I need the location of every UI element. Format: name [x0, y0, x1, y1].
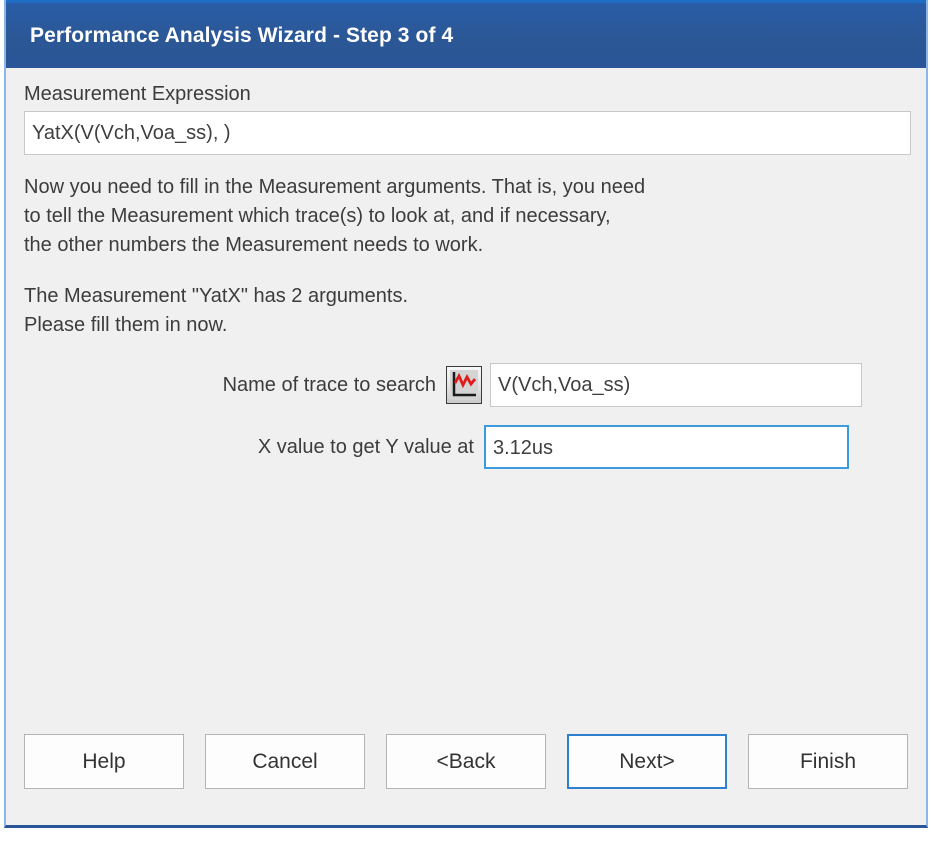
window-title-bar: Performance Analysis Wizard - Step 3 of … [6, 0, 926, 68]
instructions-paragraph-2: The Measurement "YatX" has 2 arguments. … [24, 285, 409, 336]
argument-input-trace[interactable]: V(Vch,Voa_ss) [490, 363, 862, 407]
trace-waveform-icon [450, 370, 478, 400]
wizard-client-area: Measurement Expression YatX(V(Vch,Voa_ss… [6, 68, 926, 825]
trace-picker-button[interactable] [446, 366, 482, 404]
argument-fields-group: Name of trace to search V(Vch,Voa_ss) X … [24, 362, 908, 470]
wizard-button-bar: Help Cancel <Back Next> Finish [24, 734, 908, 789]
argument-input-xvalue[interactable]: 3.12us [484, 425, 849, 469]
argument-label-trace: Name of trace to search [222, 373, 436, 396]
measurement-expression-label: Measurement Expression [24, 83, 251, 105]
desktop-background-strip [0, 835, 932, 841]
help-button[interactable]: Help [24, 734, 184, 789]
next-button[interactable]: Next> [567, 734, 727, 789]
instructions-paragraph-1: Now you need to fill in the Measurement … [24, 176, 646, 256]
window-title: Performance Analysis Wizard - Step 3 of … [30, 23, 454, 47]
measurement-expression-input[interactable]: YatX(V(Vch,Voa_ss), ) [24, 111, 911, 155]
finish-button[interactable]: Finish [748, 734, 908, 789]
argument-label-xvalue: X value to get Y value at [257, 435, 474, 458]
performance-analysis-wizard-window: Performance Analysis Wizard - Step 3 of … [4, 0, 928, 828]
argument-row-trace: Name of trace to search V(Vch,Voa_ss) [24, 362, 908, 408]
back-button[interactable]: <Back [386, 734, 546, 789]
cancel-button[interactable]: Cancel [205, 734, 365, 789]
argument-row-xvalue: X value to get Y value at 3.12us [24, 424, 908, 470]
